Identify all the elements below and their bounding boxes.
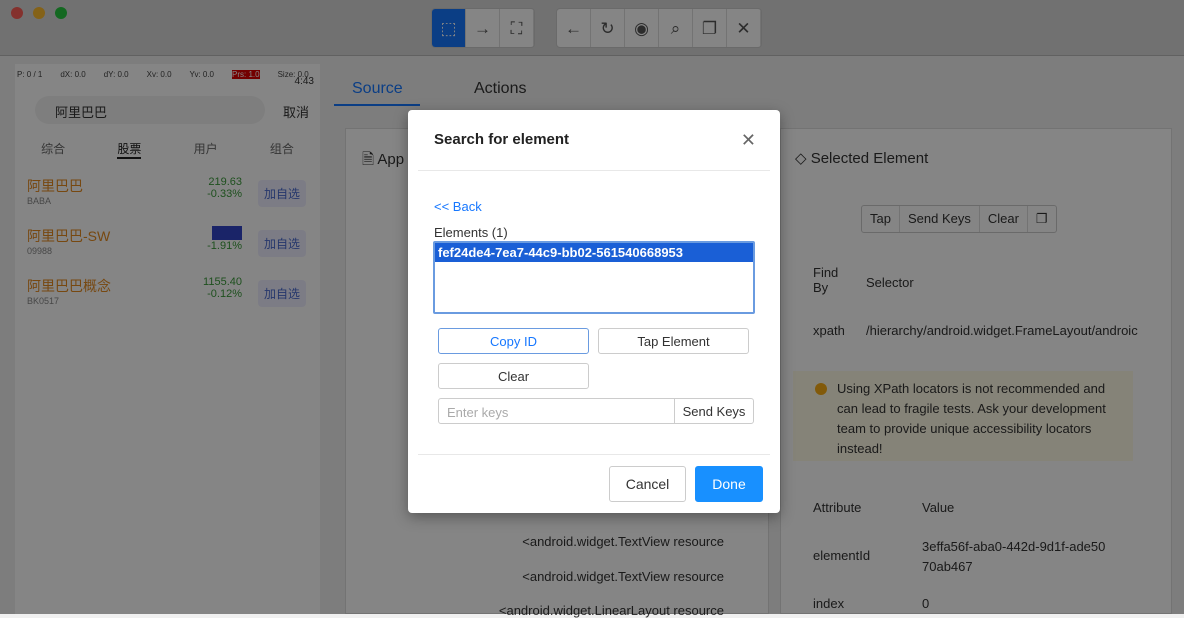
copy-id-button[interactable]: Copy ID xyxy=(438,328,589,354)
element-option[interactable]: fef24de4-7ea7-44c9-bb02-561540668953 xyxy=(435,243,753,262)
tap-element-button[interactable]: Tap Element xyxy=(598,328,749,354)
cancel-button[interactable]: Cancel xyxy=(609,466,686,502)
done-button[interactable]: Done xyxy=(695,466,763,502)
search-element-modal: Search for element ✕ << Back Elements (1… xyxy=(408,110,780,513)
keys-input[interactable]: Enter keys xyxy=(438,398,675,424)
elements-list[interactable]: fef24de4-7ea7-44c9-bb02-561540668953 xyxy=(433,241,755,314)
send-keys-button[interactable]: Send Keys xyxy=(674,398,754,424)
back-link[interactable]: << Back xyxy=(434,199,482,214)
modal-title: Search for element xyxy=(434,131,570,148)
clear-button[interactable]: Clear xyxy=(438,363,589,389)
elements-label: Elements (1) xyxy=(434,225,508,240)
close-icon[interactable]: ✕ xyxy=(741,130,756,151)
